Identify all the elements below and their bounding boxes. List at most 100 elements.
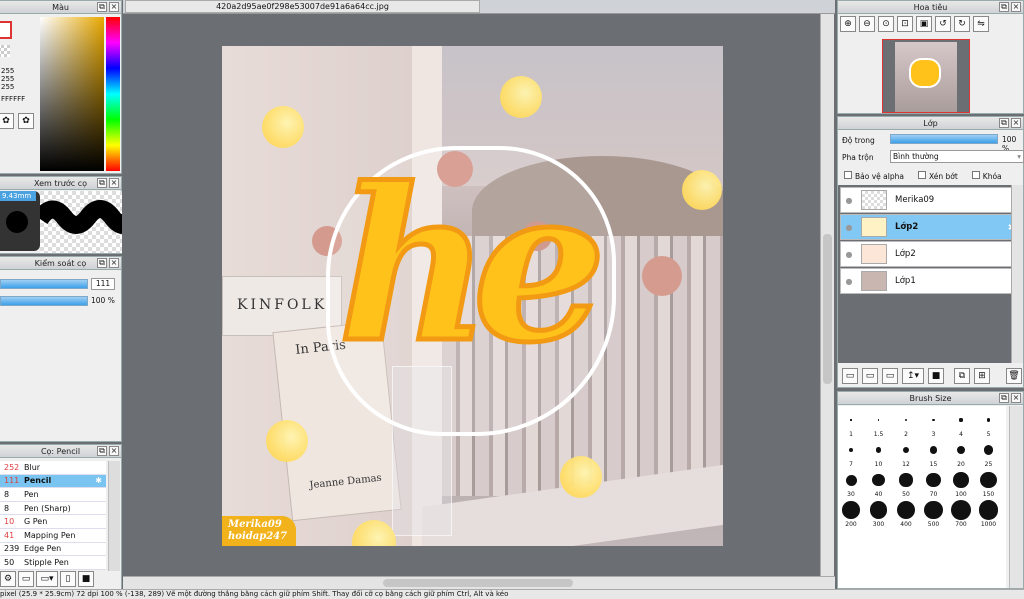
canvas-vscroll-thumb[interactable] [823,234,832,384]
navigator-thumbnail[interactable] [882,39,970,113]
eye-icon[interactable]: ● [841,223,857,232]
brush-size-dot[interactable] [978,500,999,520]
brush-size-dot[interactable] [924,500,943,520]
float-icon[interactable]: ⧉ [999,2,1009,12]
brush-folder-button[interactable]: ■ [78,571,94,587]
eye-icon[interactable]: ● [841,277,857,286]
float-icon[interactable]: ⧉ [97,446,107,456]
color-swatch-fg[interactable] [0,21,12,39]
brush-size-dot[interactable] [875,447,882,453]
brush-size-dot[interactable] [980,471,997,489]
brush-size-dot[interactable] [904,418,908,422]
float-icon[interactable]: ⧉ [97,2,107,12]
brush-size-dot[interactable] [842,501,860,519]
float-icon[interactable]: ⧉ [999,118,1009,128]
canvas-vscroll[interactable] [820,14,834,576]
layer-item[interactable]: ● Lớp2 [840,241,1022,267]
close-icon[interactable]: × [109,2,119,12]
brush-size-scrollbar[interactable] [1009,406,1023,588]
delete-layer-icon[interactable]: 🗑 [1006,368,1022,384]
brush-size-dot[interactable] [932,418,935,422]
color-hue-slider[interactable] [106,17,120,171]
document-tab[interactable]: 420a2d95ae0f298e53007de91a6a64cc.jpg [125,0,480,13]
brush-item[interactable]: 50 Stipple Pen [0,556,106,570]
layer-item[interactable]: ● Merika09 [840,187,1022,213]
float-icon[interactable]: ⧉ [97,178,107,188]
brush-size-dot[interactable] [848,447,854,453]
zoom-window-icon[interactable]: ▣ [916,16,932,32]
palette-edit-button[interactable]: ✿ [18,113,34,129]
close-icon[interactable]: × [1011,118,1021,128]
brush-item[interactable]: 111 Pencil ✱ [0,474,106,489]
brush-size-dot[interactable] [926,472,941,488]
layer-menu-button[interactable]: ↥▾ [902,368,924,384]
layers-vscroll[interactable] [1011,185,1023,363]
protect-alpha-checkbox[interactable]: Bảo vệ alpha [844,171,904,181]
brush-item[interactable]: 8 Pen (Sharp) [0,502,106,516]
brush-size-dot[interactable] [845,474,857,486]
brush-size-dot[interactable] [953,472,969,488]
brush-size-dot[interactable] [956,445,966,455]
palette-button[interactable]: ✿ [0,113,14,129]
copy-layer-button[interactable]: ⧉ [954,368,970,384]
close-icon[interactable]: × [1011,393,1021,403]
brush-list-scrollbar[interactable] [108,461,120,571]
new-layer-3-button[interactable]: ▭ [882,368,898,384]
close-icon[interactable]: × [1011,2,1021,12]
brush-size-dot[interactable] [877,419,880,421]
close-icon[interactable]: × [109,258,119,268]
zoom-fit-icon[interactable]: ⊙ [878,16,894,32]
new-layer-button[interactable]: ▭ [842,368,858,384]
canvas-hscroll[interactable] [123,576,835,589]
merge-layer-button[interactable]: ⊞ [974,368,990,384]
layer-opacity-slider[interactable] [890,134,998,144]
brush-size-dot[interactable] [872,473,885,487]
brush-item[interactable]: 41 Mapping Pen [0,529,106,543]
brush-opacity-slider[interactable] [0,296,88,306]
brush-copy-button[interactable]: ▯ [60,571,76,587]
lock-checkbox[interactable]: Khóa [971,171,1002,181]
brush-size-dot[interactable] [902,446,910,454]
rotate-right-icon[interactable]: ↻ [954,16,970,32]
brush-size-dot[interactable] [896,500,916,520]
new-brush-button[interactable]: ▭ [18,571,34,587]
canvas[interactable]: KINFOLK In Paris Jeanne Damas he Merika0… [222,46,723,546]
canvas-hscroll-thumb[interactable] [383,579,573,587]
brush-menu-button[interactable]: ▭▾ [36,571,58,587]
zoom-actual-icon[interactable]: ⊡ [897,16,913,32]
zoom-out-icon[interactable]: ⊖ [859,16,875,32]
brush-item[interactable]: 10 G Pen [0,515,106,529]
new-layer-2-button[interactable]: ▭ [862,368,878,384]
flip-icon[interactable]: ⇋ [973,16,989,32]
gear-icon[interactable]: ✱ [95,476,102,485]
brush-size-dot[interactable] [869,501,888,519]
brush-size-dot[interactable] [986,418,991,422]
float-icon[interactable]: ⧉ [999,393,1009,403]
blend-mode-select[interactable]: Bình thường ▾ [890,150,1024,163]
brush-size-dot[interactable] [850,419,852,421]
eye-icon[interactable]: ● [841,250,857,259]
brush-settings-button[interactable]: ⚙ [0,571,16,587]
clipping-checkbox[interactable]: Xén bớt [917,171,958,181]
eye-icon[interactable]: ● [841,196,857,205]
brush-item[interactable]: 252 Blur [0,461,106,475]
float-icon[interactable]: ⧉ [97,258,107,268]
brush-size-dot[interactable] [899,473,913,487]
brush-size-input[interactable]: 111 [91,278,115,290]
brush-size-dot[interactable] [951,500,971,520]
brush-item[interactable]: 8 Pen [0,488,106,502]
folder-icon[interactable]: ■ [928,368,944,384]
brush-size-dot[interactable] [959,418,963,422]
zoom-in-icon[interactable]: ⊕ [840,16,856,32]
layer-item[interactable]: ● Lớp1 [840,268,1022,294]
color-sv-picker[interactable] [40,17,104,171]
close-icon[interactable]: × [109,178,119,188]
brush-size-slider[interactable] [0,279,88,289]
layer-item-selected[interactable]: ●Lớp2✱ [840,214,1022,240]
brush-size-dot[interactable] [983,445,994,455]
close-icon[interactable]: × [109,446,119,456]
brush-size-dot[interactable] [929,446,938,454]
rotate-left-icon[interactable]: ↺ [935,16,951,32]
color-swatch-transparent[interactable] [0,45,10,57]
brush-item[interactable]: 239 Edge Pen [0,543,106,557]
